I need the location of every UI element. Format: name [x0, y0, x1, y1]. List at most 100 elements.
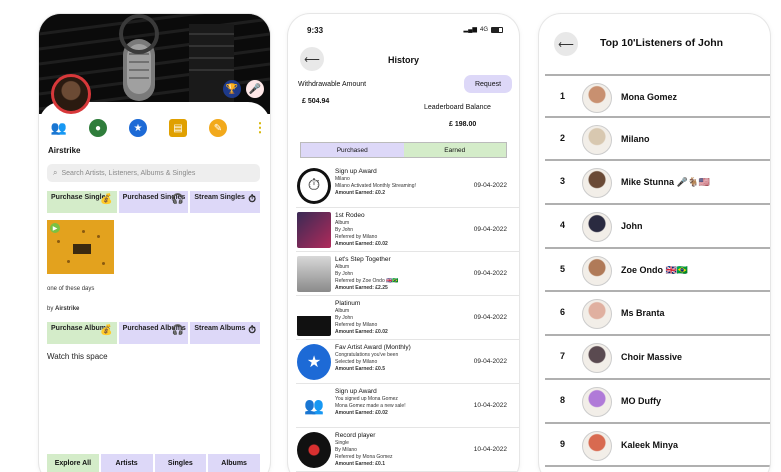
cover-graphic [73, 244, 91, 254]
rank-number: 3 [560, 176, 566, 187]
history-item-detail: Referred by Mona Gomez [335, 454, 393, 460]
listener-name[interactable]: Mike Stunna 🎤🐐🇺🇸 [621, 177, 710, 188]
history-row[interactable]: Platinum Album By John Referred by Milano Am… [296, 296, 519, 340]
rank-number: 7 [560, 351, 566, 362]
history-item-detail: By Milano [335, 447, 357, 453]
listener-name[interactable]: Milano [621, 134, 650, 144]
history-row[interactable]: ★ Fav Artist Award (Monthly) Congratulatio… [296, 340, 519, 384]
stopwatch-thumbnail: ⏱ [297, 168, 331, 204]
avatar[interactable] [582, 255, 612, 286]
listener-name[interactable]: Ms Branta [621, 308, 665, 318]
profile-icon-row: 👥 ● ★ ▤ ✎ ⋮ [39, 116, 270, 140]
leaderboard-row[interactable]: 5 Zoe Ondo 🇬🇧🇧🇷 [545, 249, 770, 293]
album-cover[interactable]: ▶ [47, 220, 114, 274]
listener-name[interactable]: Mona Gomez [621, 92, 677, 102]
battery-icon [491, 26, 503, 33]
star-badge-icon[interactable]: ★ [129, 119, 147, 137]
album-grey-thumbnail [297, 256, 331, 292]
by-artist[interactable]: Airstrike [55, 306, 79, 312]
history-item-detail: Album [335, 220, 350, 226]
history-row[interactable]: Let's Step Together Album By John Referred … [296, 252, 519, 296]
listener-name[interactable]: Choir Massive [621, 352, 682, 362]
card-icon[interactable]: ▤ [169, 119, 187, 137]
search-input[interactable]: ⌕ Search Artists, Listeners, Albums & Si… [47, 164, 260, 182]
history-item-title: Let's Step Together [335, 256, 391, 263]
cover-dot [67, 260, 70, 263]
avatar[interactable] [582, 168, 612, 199]
history-row[interactable]: 1st Rodeo Album By John Referred by Milano A… [296, 208, 519, 252]
users-icon[interactable]: 👥 [50, 119, 68, 137]
listener-name[interactable]: MO Duffy [621, 396, 661, 406]
listener-name[interactable]: Kaleek Minya [621, 440, 678, 450]
history-item-title: Record player [335, 432, 376, 439]
stream-singles-button[interactable]: Stream Singles ⏱ [190, 191, 261, 213]
cover-dot [102, 262, 105, 265]
history-item-detail: Album [335, 308, 350, 314]
avatar[interactable] [582, 430, 612, 461]
play-icon[interactable]: ▶ [50, 223, 60, 233]
tab-earned[interactable]: Earned [403, 143, 506, 157]
history-item-title: Fav Artist Award (Monthly) [335, 344, 411, 351]
listener-name[interactable]: John [621, 221, 643, 231]
avatar[interactable] [582, 212, 612, 243]
stream-albums-button[interactable]: Stream Albums ⏱ [190, 322, 261, 344]
microphone-icon[interactable]: 🎤 [246, 80, 264, 98]
back-arrow-icon[interactable]: ⟵ [554, 32, 578, 56]
leaderboard-row[interactable]: 2 Milano [545, 118, 770, 162]
tab-singles[interactable]: Singles [154, 454, 207, 472]
leaderboard-row[interactable]: 3 Mike Stunna 🎤🐐🇺🇸 [545, 161, 770, 206]
artist-avatar[interactable] [51, 74, 91, 114]
history-item-detail: By John [335, 271, 354, 277]
rank-number: 2 [560, 132, 566, 143]
purchased-albums-button[interactable]: Purchased Albums 🎧 [118, 322, 189, 344]
signal-icon: ▂▄▆ [463, 27, 477, 33]
tab-explore-all[interactable]: Explore All [47, 454, 99, 472]
albums-segment-row: Purchase Albums 💰 Purchased Albums 🎧 Str… [47, 322, 261, 344]
edit-icon[interactable]: ✎ [209, 119, 227, 137]
singles-segment-row: Purchase Singles 💰 Purchased Singles 🎧 S… [47, 191, 261, 213]
bottom-tab-bar: Explore All Artists Singles Albums [47, 454, 260, 472]
history-item-detail: Mona Gomez made a new sale! [335, 403, 406, 409]
purchased-singles-button[interactable]: Purchased Singles 🎧 [118, 191, 189, 213]
leaderboard-row[interactable]: 8 MO Duffy [545, 380, 770, 424]
history-item-detail: By John [335, 315, 354, 321]
avatar[interactable] [582, 83, 612, 113]
leaderboard-list: 1 Mona Gomez 2 Milano 3 Mike Stunna 🎤🐐🇺🇸 4 John… [545, 74, 770, 468]
avatar[interactable] [582, 343, 612, 374]
history-item-detail: By John [335, 227, 354, 233]
history-item-title: Sign up Award [335, 168, 377, 175]
purchase-singles-button[interactable]: Purchase Singles 💰 [47, 191, 117, 213]
avatar[interactable] [582, 386, 612, 417]
network-label: 4G [479, 26, 488, 33]
history-row[interactable]: Record player Single By Milano Referred by … [296, 428, 519, 472]
listener-name[interactable]: Zoe Ondo 🇬🇧🇧🇷 [621, 265, 688, 276]
leaderboard-row[interactable]: 7 Choir Massive [545, 336, 770, 380]
request-button[interactable]: Request [464, 75, 512, 93]
money-bag-icon: 💰 [100, 325, 113, 336]
album-dark-thumbnail [297, 212, 331, 248]
purchase-albums-button[interactable]: Purchase Albums 💰 [47, 322, 117, 344]
history-row-text: Fav Artist Award (Monthly) Congratulation… [335, 343, 457, 373]
leaderboard-row[interactable]: 9 Kaleek Minya [545, 424, 770, 468]
leaderboard-row[interactable]: 1 Mona Gomez [545, 74, 770, 118]
leaderboard-row[interactable]: 6 Ms Branta [545, 292, 770, 337]
history-row-text: Sign up Award Milano Milano Activated Mont… [335, 167, 457, 197]
tab-artists[interactable]: Artists [100, 454, 153, 472]
globe-icon[interactable]: ● [89, 119, 107, 137]
avatar[interactable] [582, 124, 612, 155]
top-listeners-screen: ⟵ Top 10'Listeners of John 1 Mona Gomez 2 M… [539, 14, 770, 472]
trophy-icon[interactable]: 🏆 [223, 80, 241, 98]
history-item-title: Platinum [335, 300, 361, 307]
avatar[interactable] [582, 299, 612, 330]
record-thumbnail [297, 432, 331, 468]
more-icon[interactable]: ⋮ [251, 119, 269, 137]
history-item-detail: Single [335, 440, 349, 446]
cover-dot [97, 235, 100, 238]
tab-purchased[interactable]: Purchased [301, 143, 404, 157]
leaderboard-row[interactable]: 4 John [545, 205, 770, 249]
tab-albums[interactable]: Albums [208, 454, 260, 472]
history-row[interactable]: ⏱ Sign up Award Milano Milano Activated Mon… [296, 164, 519, 208]
history-item-detail: Referred by Zoe Ondo 🇬🇧🇧🇷 [335, 278, 399, 284]
history-row[interactable]: 👥 Sign up Award You signed up Mona Gomez Mo… [296, 384, 519, 428]
rank-number: 5 [560, 263, 566, 274]
